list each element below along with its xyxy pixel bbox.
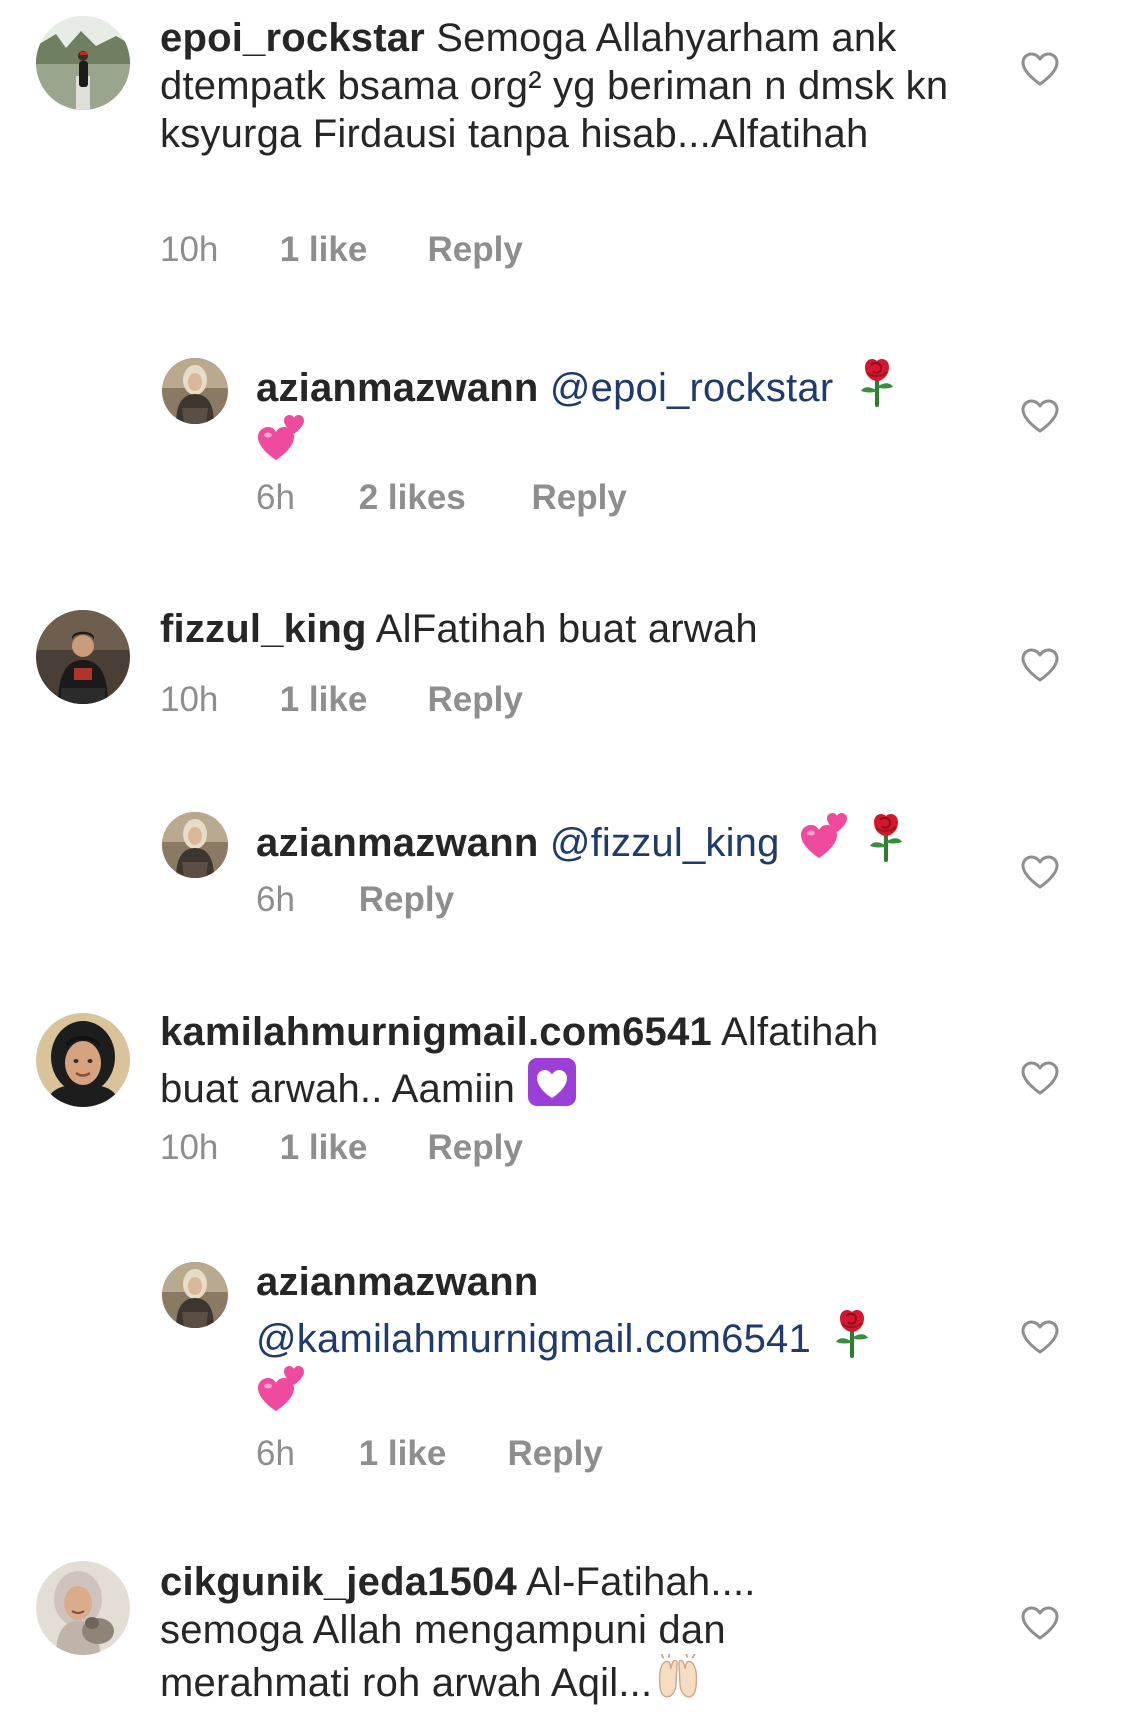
comment-likes[interactable]: 1 like [280,680,418,720]
comment-likes[interactable]: 1 like [359,1434,498,1474]
comment-meta: 6h 1 like Reply [256,1434,603,1474]
comment-meta: 6h Reply [256,880,454,920]
comment-time: 6h [256,478,295,517]
like-heart-icon[interactable] [1020,1319,1060,1355]
comment-meta: 10h 1 like Reply [160,680,523,720]
reply-button[interactable]: Reply [427,1128,522,1168]
comment-body: cikgunik_jeda1504 Al-Fatihah.... semoga … [160,1558,980,1707]
reply-comment: azianmazwann @kamilahmurnigmail.com6541 … [0,1258,1125,1473]
reply-button[interactable]: Reply [427,680,522,720]
comment-text: AlFatihah buat arwah [375,607,758,651]
reply-button[interactable]: Reply [531,478,626,518]
comment-meta: 10h 1 like Reply [160,230,523,270]
avatar[interactable] [162,1262,228,1328]
comment-body: azianmazwann @fizzul_king [256,810,976,867]
comment-text: Alfatihah [721,1010,879,1054]
avatar[interactable] [162,358,228,424]
like-heart-icon[interactable] [1020,647,1060,683]
rose-icon [862,810,910,862]
two-hearts-icon [256,1363,308,1415]
comment-body: epoi_rockstar Semoga Allahyarham ank dte… [160,14,980,158]
avatar[interactable] [36,610,130,704]
reply-comment: azianmazwann @epoi_rockstar 6h 2 likes R… [0,350,1125,540]
like-heart-icon[interactable] [1020,51,1060,87]
like-heart-icon[interactable] [1020,398,1060,434]
avatar[interactable] [36,1561,130,1655]
comment-body: azianmazwann @epoi_rockstar [256,355,946,469]
comment: cikgunik_jeda1504 Al-Fatihah.... semoga … [0,1560,1125,1727]
comment-time: 10h [160,230,219,269]
comment-text: Al-Fatihah.... [526,1560,756,1604]
comment-likes[interactable]: 2 likes [359,478,522,518]
comment-body: kamilahmurnigmail.com6541 Alfatihah buat… [160,1008,980,1113]
comment: kamilahmurnigmail.com6541 Alfatihah buat… [0,1010,1125,1210]
comment-username[interactable]: kamilahmurnigmail.com6541 [160,1010,712,1054]
comment-body: fizzul_king AlFatihah buat arwah [160,605,980,653]
rose-icon [828,1306,876,1358]
like-heart-icon[interactable] [1020,1060,1060,1096]
comment-time: 10h [160,1128,219,1167]
comment-time: 10h [160,680,219,719]
raising-hands-icon [652,1654,704,1702]
avatar[interactable] [162,812,228,878]
comment-text: buat arwah.. Aamiin [160,1067,516,1111]
reply-button[interactable]: Reply [427,230,522,270]
comment-body: azianmazwann @kamilahmurnigmail.com6541 [256,1258,976,1420]
comment-time: 6h [256,1434,295,1473]
mention-link[interactable]: @epoi_rockstar [550,366,834,410]
comment-likes[interactable]: 1 like [280,230,418,270]
like-heart-icon[interactable] [1020,854,1060,890]
comment-username[interactable]: cikgunik_jeda1504 [160,1560,517,1604]
comment-username[interactable]: azianmazwann [256,1260,538,1304]
comment-meta: 6h 2 likes Reply [256,478,627,518]
comment-time: 6h [256,880,295,919]
reply-button[interactable]: Reply [359,880,454,920]
comment-username[interactable]: azianmazwann [256,821,538,865]
comment-text: merahmati roh arwah Aqil... [160,1661,653,1705]
mention-link[interactable]: @fizzul_king [550,821,780,865]
avatar[interactable] [36,16,130,110]
heart-decoration-icon [526,1056,578,1108]
comment-meta: 10h 1 like Reply [160,1128,523,1168]
mention-link[interactable]: @kamilahmurnigmail.com6541 [256,1317,811,1361]
reply-comment: azianmazwann @fizzul_king 6h Reply [0,808,1125,958]
two-hearts-icon [256,412,308,464]
two-hearts-icon [799,810,851,862]
comment-likes[interactable]: 1 like [280,1128,418,1168]
comment-username[interactable]: azianmazwann [256,366,538,410]
like-heart-icon[interactable] [1020,1605,1060,1641]
comment: epoi_rockstar Semoga Allahyarham ank dte… [0,0,1125,290]
comment-username[interactable]: epoi_rockstar [160,16,425,60]
comment-text: semoga Allah mengampuni dan [160,1608,726,1652]
reply-button[interactable]: Reply [507,1434,602,1474]
avatar[interactable] [36,1013,130,1107]
comment: fizzul_king AlFatihah buat arwah 10h 1 l… [0,598,1125,758]
comment-username[interactable]: fizzul_king [160,607,367,651]
rose-icon [853,355,901,407]
